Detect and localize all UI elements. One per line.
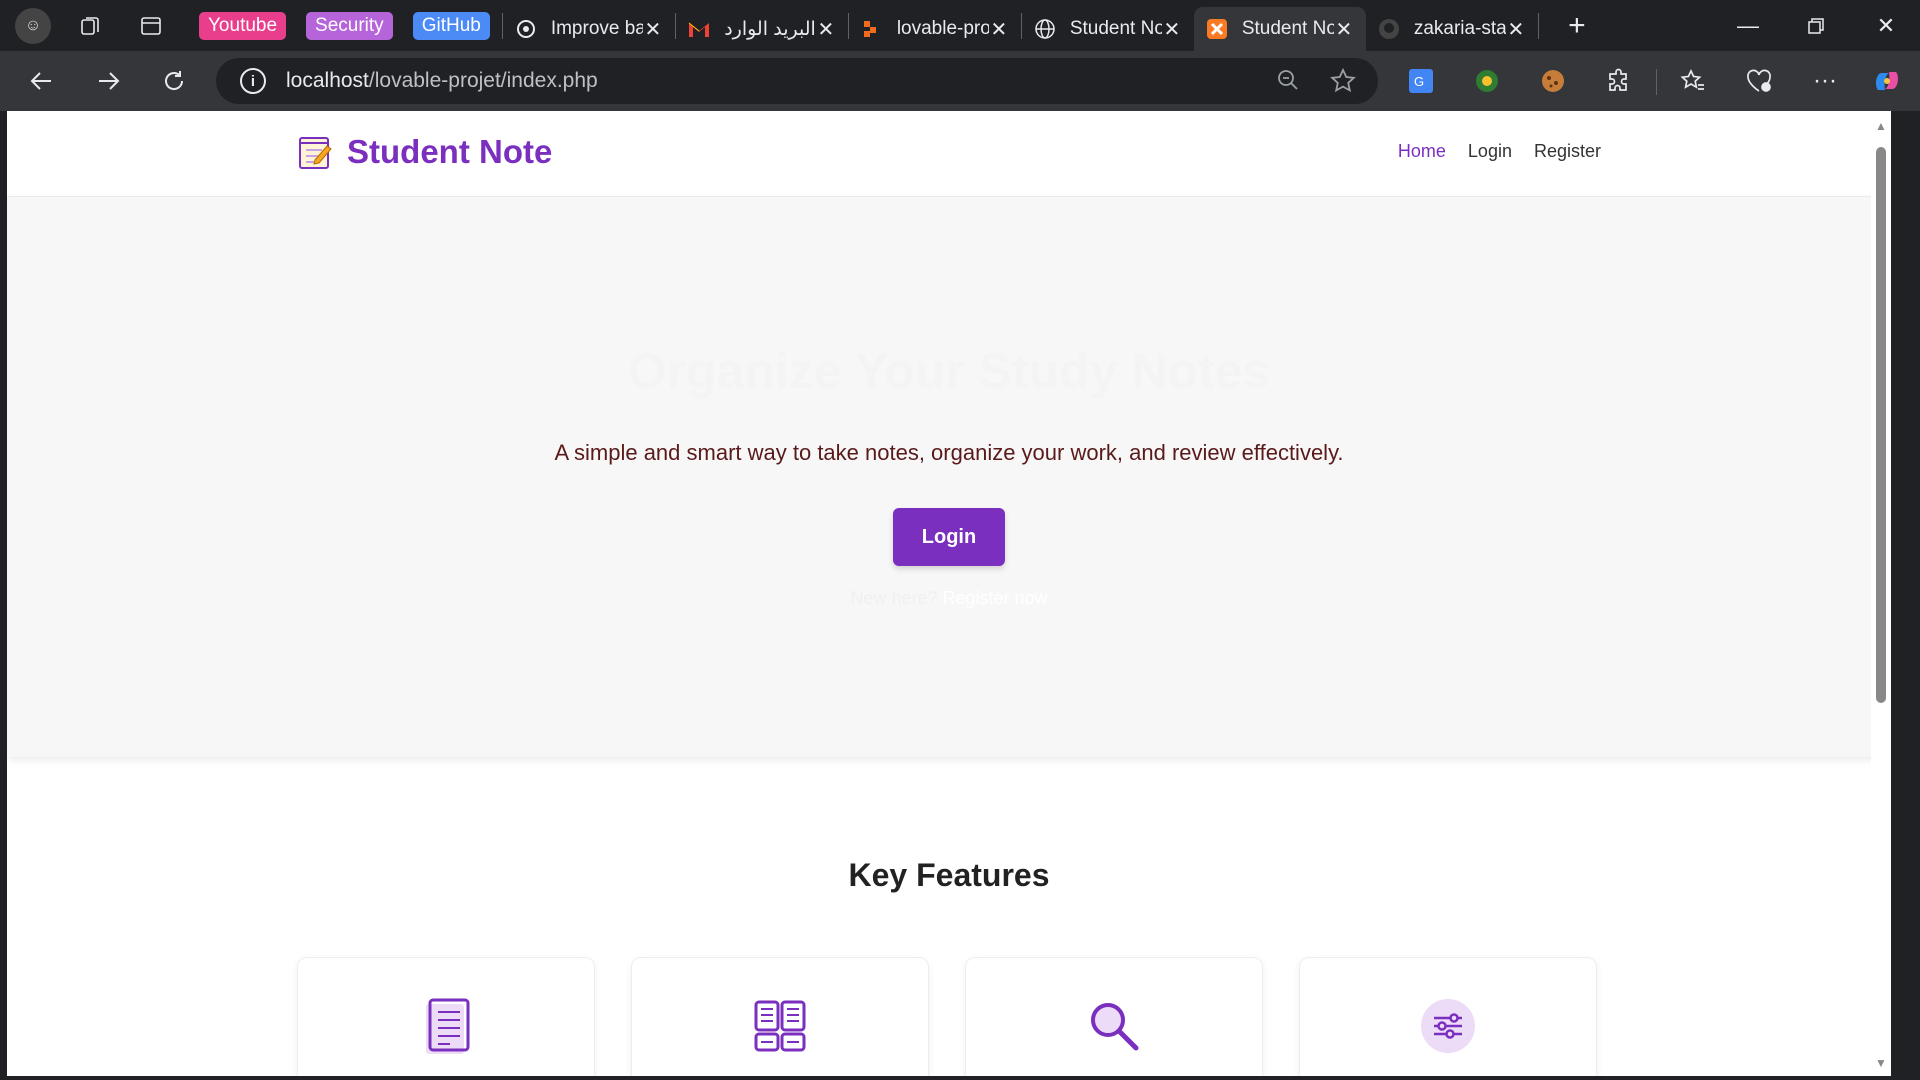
scroll-up-icon[interactable]: ▲ (1875, 119, 1887, 133)
address-bar[interactable]: i localhost/lovable-projet/index.php (216, 58, 1378, 104)
nav-register[interactable]: Register (1534, 141, 1601, 162)
openai-icon (515, 18, 537, 40)
tab-lovable[interactable]: lovable-pro ✕ (849, 7, 1021, 51)
favorites-icon[interactable] (1672, 60, 1714, 102)
feature-cards (297, 957, 1597, 1076)
search-icon (1091, 1003, 1139, 1051)
close-icon[interactable]: ✕ (1334, 17, 1354, 42)
url-path: /lovable-projet/index.php (368, 69, 598, 92)
tab-title: Student No (1241, 18, 1334, 39)
site-info-icon[interactable]: i (240, 68, 266, 94)
page-scrollbar[interactable]: ▲ ▼ (1871, 111, 1891, 1076)
site-logo[interactable]: Student Note (297, 133, 552, 171)
hero-login-button[interactable]: Login (893, 508, 1005, 566)
sliders-icon (1421, 999, 1475, 1053)
vertical-tabs-icon[interactable] (131, 6, 171, 46)
svg-text:G: G (1414, 74, 1424, 89)
logo-text: Student Note (347, 133, 553, 170)
tab-title: Student No (1069, 18, 1162, 39)
globe-extension-icon[interactable] (1466, 60, 1508, 102)
bookmark-youtube[interactable]: Youtube (199, 11, 287, 40)
tab-student-note-1[interactable]: Student No ✕ (1022, 7, 1194, 51)
extensions-icon[interactable] (1598, 60, 1640, 102)
new-tab-icon[interactable]: + (1557, 6, 1597, 46)
performance-icon[interactable] (1738, 60, 1780, 102)
hero-subtitle: A simple and smart way to take notes, or… (554, 440, 1344, 465)
feature-card (1299, 957, 1597, 1076)
more-menu-icon[interactable]: ··· (1804, 60, 1846, 102)
back-icon[interactable] (20, 59, 64, 103)
browser-tab-strip: ☺ Youtube Security GitHub Improve ba ✕ ا… (0, 0, 1920, 51)
scroll-down-icon[interactable]: ▼ (1875, 1056, 1887, 1070)
tab-gmail[interactable]: البريد الوارد ✕ (676, 7, 848, 51)
nav-home[interactable]: Home (1398, 141, 1446, 162)
nav-login[interactable]: Login (1468, 141, 1512, 162)
minimize-icon[interactable]: — (1714, 0, 1782, 51)
tab-title: lovable-pro (896, 18, 989, 39)
restore-icon[interactable] (1782, 0, 1850, 51)
document-icon (426, 998, 470, 1054)
workspaces-icon[interactable] (71, 6, 111, 46)
hero-title: Organize Your Study Notes (627, 343, 1271, 399)
copilot-icon[interactable] (1866, 60, 1908, 102)
forward-icon[interactable] (86, 59, 130, 103)
tab-title: zakaria-stac (1413, 18, 1506, 39)
divider (1656, 69, 1657, 95)
close-window-icon[interactable]: ✕ (1852, 0, 1920, 51)
feature-card (631, 957, 929, 1076)
register-prompt: New here? Register now (7, 588, 1891, 609)
close-icon[interactable]: ✕ (1506, 17, 1526, 42)
close-icon[interactable]: ✕ (989, 17, 1009, 42)
feature-card (965, 957, 1263, 1076)
new-here-text: New here? (850, 588, 938, 608)
close-icon[interactable]: ✕ (1162, 17, 1182, 42)
zoom-out-icon[interactable] (1276, 68, 1300, 97)
bookmark-security[interactable]: Security (306, 11, 393, 40)
translate-icon[interactable]: G (1400, 60, 1442, 102)
scrollbar-thumb[interactable] (1876, 147, 1886, 703)
tab-student-note-active[interactable]: Student No ✕ (1193, 7, 1366, 51)
url-text[interactable]: localhost/lovable-projet/index.php (286, 69, 598, 93)
grid-layout-icon (754, 1000, 806, 1052)
xampp-icon (1206, 18, 1228, 40)
bookmark-github[interactable]: GitHub (412, 11, 490, 40)
divider (1537, 12, 1539, 39)
profile-avatar[interactable]: ☺ (15, 7, 51, 44)
tab-title: البريد الوارد (724, 18, 816, 40)
globe-icon (1034, 18, 1056, 40)
favorite-star-icon[interactable] (1330, 67, 1356, 99)
close-icon[interactable]: ✕ (816, 17, 836, 42)
tab-github[interactable]: zakaria-stac ✕ (1366, 7, 1538, 51)
github-icon (1378, 18, 1400, 40)
site-header: Student Note Home Login Register (7, 111, 1891, 197)
refresh-icon[interactable] (152, 59, 196, 103)
feature-card (297, 957, 595, 1076)
site-nav: Home Login Register (1398, 141, 1601, 162)
tab-title: Improve ba (550, 18, 643, 39)
close-icon[interactable]: ✕ (643, 17, 663, 42)
web-page: Student Note Home Login Register Organiz… (7, 111, 1891, 1076)
tab-improve[interactable]: Improve ba ✕ (503, 7, 675, 51)
cookie-icon[interactable] (1532, 60, 1574, 102)
features-title: Key Features (848, 857, 1050, 893)
memo-icon (299, 137, 332, 169)
browser-toolbar: i localhost/lovable-projet/index.php G ·… (0, 51, 1920, 111)
register-now-link[interactable]: Register now (943, 588, 1048, 608)
gmail-icon (688, 18, 710, 40)
lovable-icon (861, 18, 883, 40)
url-host: localhost (286, 69, 369, 92)
hero-section: Organize Your Study Notes A simple and s… (7, 197, 1891, 757)
